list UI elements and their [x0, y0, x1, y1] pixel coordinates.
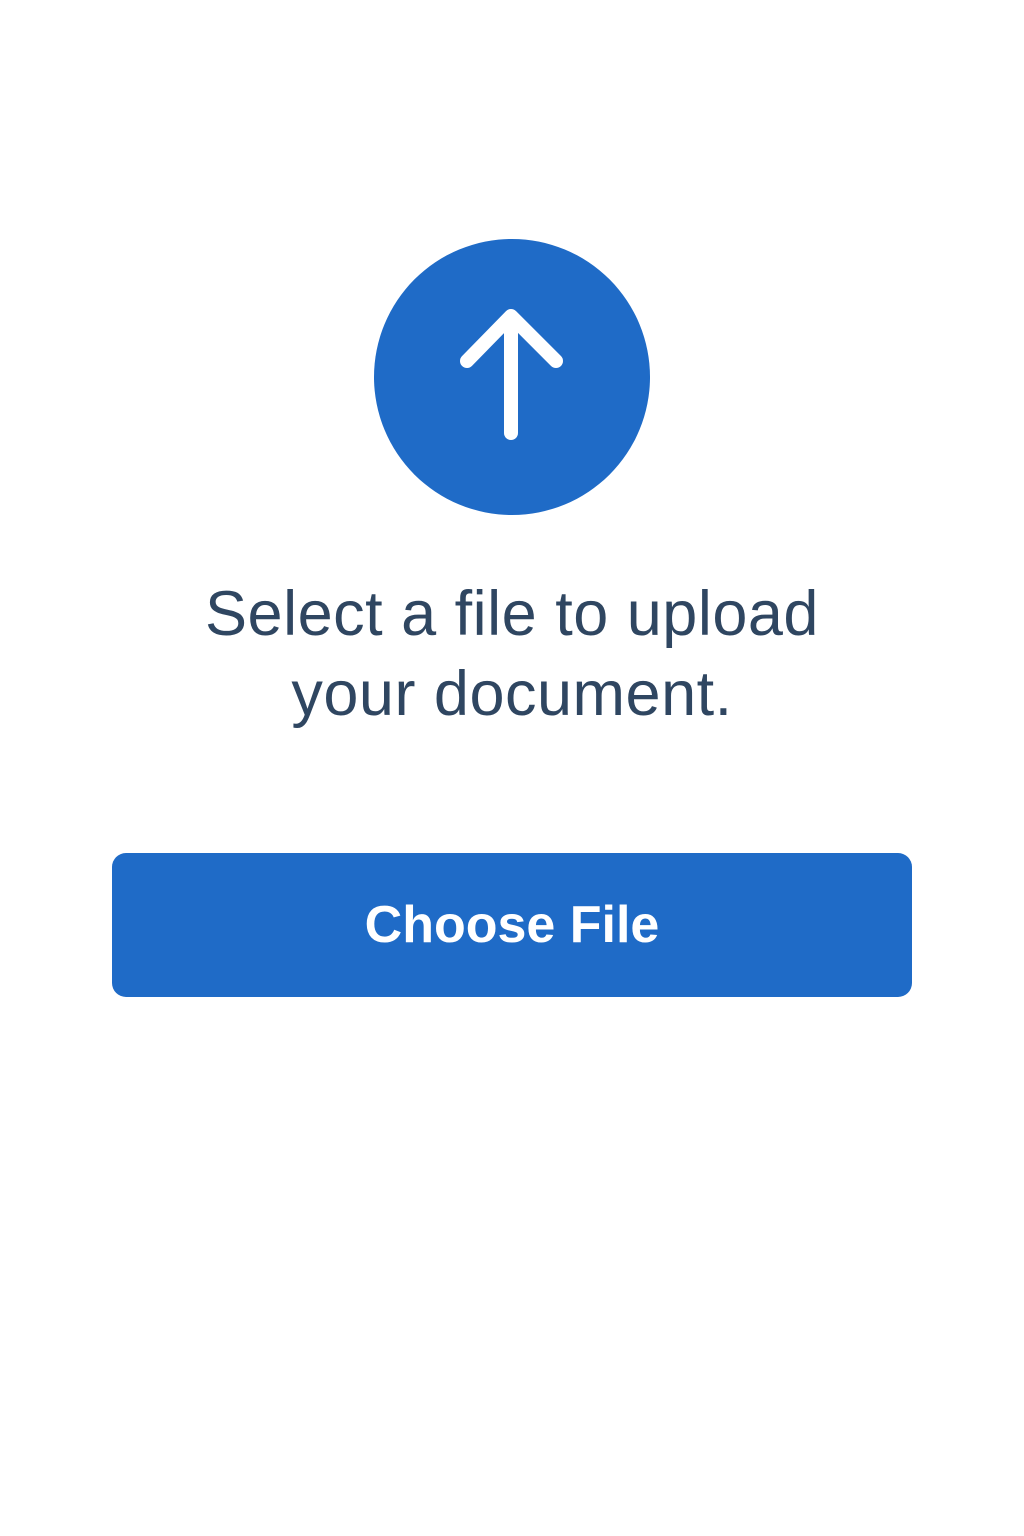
upload-screen: Select a file to upload your document. C… — [0, 0, 1024, 1536]
choose-file-button-label: Choose File — [364, 896, 660, 954]
upload-arrow-icon — [460, 309, 563, 440]
upload-instructions: Select a file to upload your document. — [112, 574, 912, 734]
instruction-line-2: your document. — [291, 659, 733, 729]
upload-icon-circle — [374, 239, 650, 515]
instruction-line-1: Select a file to upload — [205, 579, 819, 649]
choose-file-button[interactable]: Choose File — [112, 853, 912, 997]
